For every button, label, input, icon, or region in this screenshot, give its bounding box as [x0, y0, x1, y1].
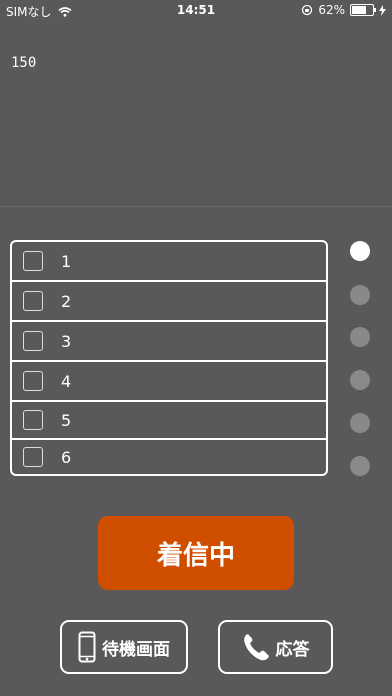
page-indicator-dot[interactable] — [350, 285, 370, 305]
answer-button[interactable]: 応答 — [218, 620, 333, 674]
list-item-label: 5 — [61, 410, 72, 430]
smartphone-icon — [78, 631, 96, 663]
page-indicator-dot[interactable] — [350, 413, 370, 433]
page-indicator-dot[interactable] — [350, 327, 370, 347]
list-item[interactable]: 5 — [12, 400, 326, 438]
standby-screen-label: 待機画面 — [102, 639, 170, 660]
charging-icon — [379, 4, 386, 16]
list-item-label: 1 — [61, 251, 72, 271]
list-item[interactable]: 3 — [12, 320, 326, 360]
list-item[interactable]: 4 — [12, 360, 326, 400]
list-item[interactable]: 1 — [12, 242, 326, 280]
battery-icon — [350, 4, 376, 16]
orientation-lock-icon — [301, 4, 313, 16]
battery-percent: 62% — [318, 3, 345, 17]
incoming-call-button[interactable]: 着信中 — [98, 516, 294, 590]
page-indicator-dot[interactable] — [350, 456, 370, 476]
phone-icon — [242, 632, 270, 662]
list-item-label: 3 — [61, 331, 72, 351]
incoming-call-label: 着信中 — [156, 540, 235, 571]
checkbox[interactable] — [23, 371, 43, 391]
page-indicator-dot[interactable] — [350, 241, 370, 261]
list-item-label: 6 — [61, 447, 72, 467]
standby-screen-button[interactable]: 待機画面 — [60, 620, 188, 674]
checkbox[interactable] — [23, 251, 43, 271]
divider — [0, 206, 392, 207]
page-indicator-dot[interactable] — [350, 370, 370, 390]
checkbox-list: 1 2 3 4 5 6 — [10, 240, 328, 476]
list-item-label: 4 — [61, 371, 72, 391]
checkbox[interactable] — [23, 291, 43, 311]
list-item[interactable]: 6 — [12, 438, 326, 474]
list-item-label: 2 — [61, 291, 72, 311]
status-bar: SIMなし 14:51 62% — [0, 0, 392, 20]
list-item[interactable]: 2 — [12, 280, 326, 320]
checkbox[interactable] — [23, 410, 43, 430]
checkbox[interactable] — [23, 331, 43, 351]
counter-value: 150 — [11, 55, 37, 71]
answer-label: 応答 — [275, 639, 310, 660]
checkbox[interactable] — [23, 447, 43, 467]
